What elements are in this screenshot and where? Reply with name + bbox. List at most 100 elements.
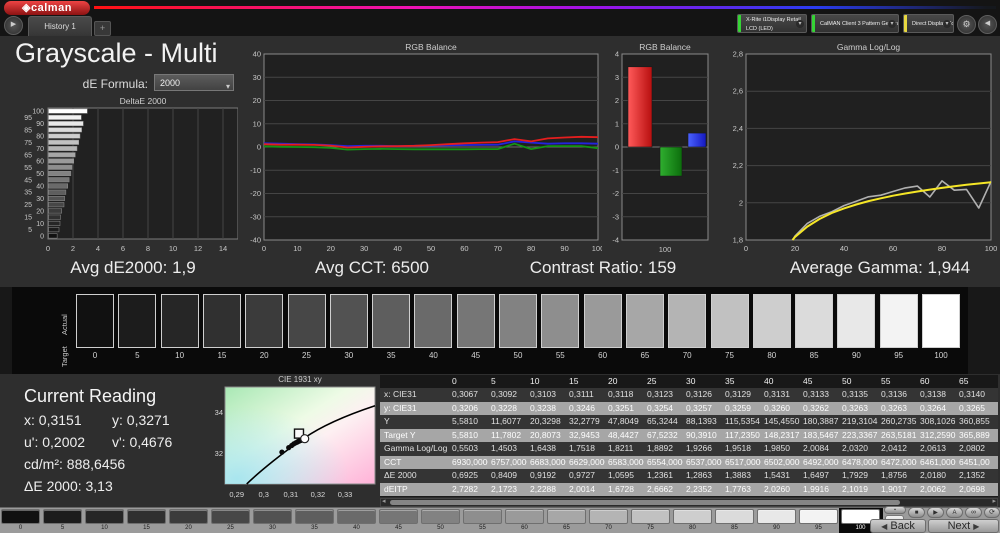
table-column-header: 15: [569, 376, 579, 386]
pattern-swatch-85[interactable]: [715, 509, 754, 524]
table-cell: 2,1352: [959, 470, 985, 480]
pattern-swatch-label: 75: [647, 525, 654, 531]
next-button[interactable]: Next ▶: [928, 519, 999, 533]
scroll-left-icon[interactable]: ◂: [382, 498, 386, 506]
tab-history-1[interactable]: History 1: [28, 16, 92, 37]
pattern-swatch-0[interactable]: [1, 509, 40, 524]
scrollbar-thumb[interactable]: [390, 500, 900, 505]
svg-text:2: 2: [739, 198, 743, 207]
table-cell: 308,1026: [920, 416, 956, 426]
pattern-swatch-5[interactable]: [43, 509, 82, 524]
table-cell: 6930,0000: [452, 456, 488, 467]
pattern-swatch-10[interactable]: [85, 509, 124, 524]
table-column-header: 40: [764, 376, 774, 386]
meter-dropdown[interactable]: X-Rite i1Display Retail LCD (LED) ▾: [737, 14, 807, 33]
table-row-header: Gamma Log/Log: [384, 443, 448, 453]
table-cell: 0,9192: [530, 470, 556, 480]
pattern-swatch-55[interactable]: [463, 509, 502, 524]
history-panel-button[interactable]: ▶: [4, 16, 23, 35]
table-cell: 0,3246: [569, 402, 595, 413]
svg-text:RGB Balance: RGB Balance: [405, 42, 457, 52]
settings-button[interactable]: ⚙: [957, 15, 976, 34]
play-button[interactable]: ▶: [927, 507, 944, 518]
reading-x: x: 0,3151: [24, 412, 82, 428]
stop-button[interactable]: ■: [908, 507, 925, 518]
pattern-swatch-50[interactable]: [421, 509, 460, 524]
pattern-swatch-20[interactable]: [169, 509, 208, 524]
table-cell: 0,3129: [725, 389, 751, 399]
display-control-dropdown[interactable]: Direct Display Control ▾: [903, 14, 954, 33]
table-cell: 6757,0000: [491, 456, 527, 467]
table-cell: 2,0412: [881, 443, 907, 453]
pattern-swatch-90[interactable]: [757, 509, 796, 524]
table-cell: 32,2779: [569, 416, 600, 426]
aperture-button[interactable]: A: [946, 507, 963, 518]
de-formula-label: dE Formula:: [82, 77, 148, 91]
grayscale-swatch-15: [202, 294, 241, 348]
table-column-header: 55: [881, 376, 891, 386]
grayscale-swatch-30: [329, 294, 368, 348]
pattern-swatch-15[interactable]: [127, 509, 166, 524]
pattern-swatch-80[interactable]: [673, 509, 712, 524]
calman-logo-button[interactable]: ◈calman: [4, 1, 90, 15]
pattern-swatch-65[interactable]: [547, 509, 586, 524]
svg-text:60: 60: [889, 244, 897, 253]
svg-text:70: 70: [494, 244, 502, 253]
pattern-swatch-40[interactable]: [337, 509, 376, 524]
svg-text:40: 40: [840, 244, 848, 253]
svg-text:1,8: 1,8: [733, 236, 743, 245]
svg-text:-20: -20: [250, 189, 261, 198]
table-cell: 2,0084: [803, 443, 829, 453]
svg-text:10: 10: [169, 244, 177, 253]
pattern-swatch-45[interactable]: [379, 509, 418, 524]
svg-text:25: 25: [24, 202, 32, 209]
aperture-icon: A: [952, 510, 957, 516]
gamma-chart: Gamma Log/Log 2,8 2,6 2,4 2,2 2 1,8 0 20 40 60 80 10…: [720, 41, 998, 255]
scroll-right-icon[interactable]: ▸: [992, 498, 996, 506]
table-cell: 1,8892: [647, 443, 673, 453]
svg-text:75: 75: [24, 140, 32, 147]
new-tab-button[interactable]: +: [94, 21, 111, 36]
table-cell: 47,8049: [608, 416, 639, 426]
grayscale-swatch-100: [922, 294, 960, 348]
pattern-swatch-70[interactable]: [589, 509, 628, 524]
lower-panel: Current Reading x: 0,3151 y: 0,3271 u': …: [0, 374, 1000, 507]
back-button[interactable]: ◀ Back: [870, 519, 926, 533]
pattern-swatch-95[interactable]: [799, 509, 838, 524]
table-cell: 0,3118: [608, 389, 634, 399]
table-cell: 1,7518: [569, 443, 595, 453]
table-scrollbar[interactable]: ◂ ▸: [380, 498, 998, 507]
grayscale-swatch-label: 20: [259, 351, 269, 360]
table-row-3: Y 5,5810 11,6077 20,3298 32,2779 47,8049 65,32…: [380, 415, 998, 429]
svg-text:40: 40: [253, 50, 261, 59]
pattern-swatch-60[interactable]: [505, 509, 544, 524]
pattern-swatch-75[interactable]: [631, 509, 670, 524]
svg-text:85: 85: [24, 127, 32, 134]
pattern-swatch-35[interactable]: [295, 509, 334, 524]
tray-toggle-button[interactable]: ▪: [884, 506, 906, 514]
pattern-swatch-label: 55: [479, 525, 486, 531]
table-row-2: y: CIE31 0,3206 0,3228 0,3238 0,3246 0,3251 0,…: [380, 401, 998, 415]
svg-text:55: 55: [24, 165, 32, 172]
pattern-swatch-30[interactable]: [253, 509, 292, 524]
collapse-panel-button[interactable]: ◀: [978, 15, 997, 34]
next-arrow-icon: ▶: [973, 522, 980, 531]
table-cell: 0,3264: [920, 402, 946, 413]
table-cell: 0,5503: [452, 443, 478, 453]
source-dropdown[interactable]: CalMAN Client 3 Pattern Generator ▾: [811, 14, 899, 33]
chevron-down-icon: ▾: [888, 19, 896, 28]
table-cell: 11,7802: [491, 429, 522, 440]
continuous-read-button[interactable]: ∞: [965, 507, 982, 518]
grayscale-swatch-70: [668, 294, 707, 348]
svg-text:DeltaE 2000: DeltaE 2000: [120, 96, 167, 106]
refresh-button[interactable]: ⟳: [984, 507, 1000, 518]
de-formula-select[interactable]: 2000 ▾: [154, 74, 234, 91]
table-cell: 1,6438: [530, 443, 556, 453]
svg-text:-2: -2: [612, 189, 619, 198]
grayscale-swatch-label: 60: [598, 351, 608, 360]
table-cell: 0,3262: [803, 402, 829, 413]
pattern-swatch-25[interactable]: [211, 509, 250, 524]
svg-text:100: 100: [592, 244, 602, 253]
svg-text:80: 80: [527, 244, 535, 253]
table-cell: 6554,0000: [647, 456, 683, 467]
